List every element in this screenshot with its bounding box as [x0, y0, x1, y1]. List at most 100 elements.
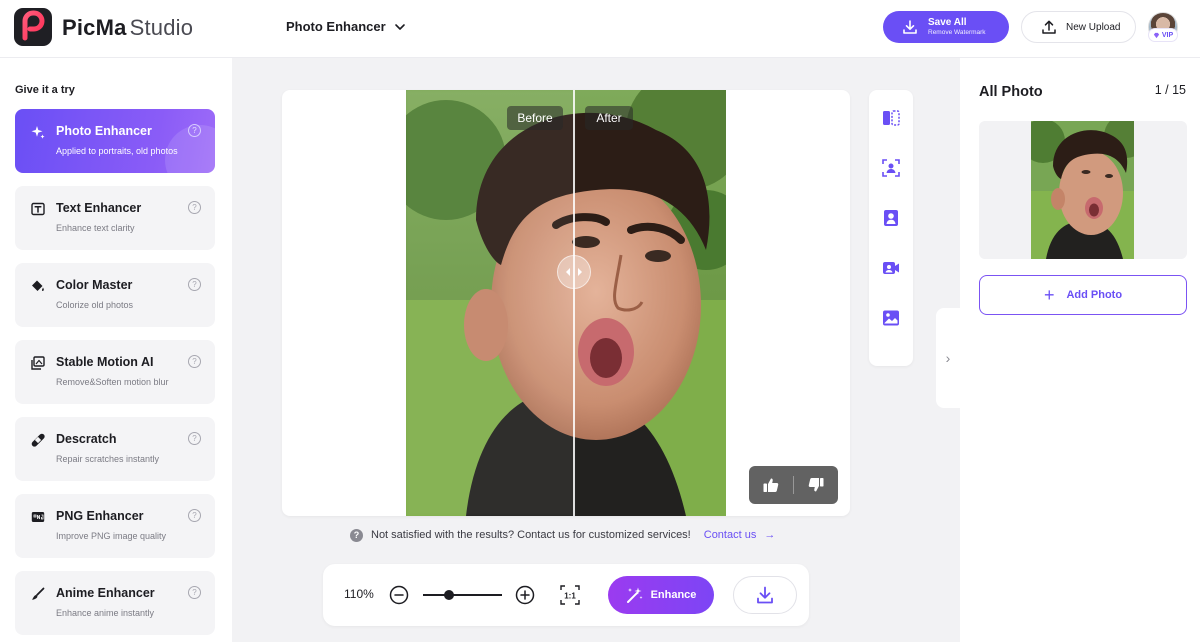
feedback-panel	[749, 466, 838, 504]
tool-dropdown[interactable]: Photo Enhancer	[286, 19, 406, 34]
vip-badge: VIP	[1148, 28, 1178, 42]
help-icon[interactable]: ?	[188, 586, 201, 599]
face-focus-icon[interactable]	[881, 158, 901, 178]
thumbs-up-icon	[763, 478, 779, 492]
tool-sidebar: Give it a try Photo Enhancer Applied to …	[0, 58, 232, 642]
before-label: Before	[507, 106, 563, 130]
motion-frame-icon	[31, 356, 45, 370]
upload-icon	[1042, 20, 1056, 34]
download-icon	[757, 586, 773, 604]
comparison-canvas: Before After	[282, 90, 850, 516]
enhance-button[interactable]: Enhance	[608, 576, 714, 614]
new-upload-button[interactable]: New Upload	[1021, 11, 1136, 43]
download-icon	[903, 20, 917, 34]
magic-wand-icon	[626, 587, 643, 603]
help-circle-icon: ?	[350, 528, 363, 542]
help-icon[interactable]: ?	[188, 278, 201, 291]
top-header: PicMa Studio Photo Enhancer Save All Remo…	[0, 0, 1200, 58]
split-line	[573, 90, 575, 516]
png-file-icon	[31, 512, 45, 522]
tool-dropdown-label: Photo Enhancer	[286, 19, 386, 34]
vip-label: VIP	[1161, 31, 1174, 39]
sidebar-item-name: Text Enhancer	[56, 201, 142, 215]
zoom-level: 110%	[344, 587, 374, 601]
sidebar-item-desc: Repair scratches instantly	[56, 454, 160, 464]
zoom-slider[interactable]	[423, 590, 502, 600]
save-all-sublabel: Remove Watermark	[928, 28, 986, 36]
contact-us-link[interactable]: Contact us	[704, 529, 757, 541]
sidebar-item-text-enhancer[interactable]: Text Enhancer Enhance text clarity ?	[15, 186, 215, 250]
zoom-toolbar: 110% 1:1 Enhance	[323, 564, 809, 626]
help-icon[interactable]: ?	[188, 509, 201, 522]
sidebar-item-anime-enhancer[interactable]: Anime Enhancer Enhance anime instantly ?	[15, 571, 215, 635]
arrow-right-icon[interactable]: →	[764, 529, 775, 541]
zoom-slider-knob[interactable]	[444, 590, 455, 600]
thumbs-down-button[interactable]	[794, 466, 838, 504]
bandage-icon	[31, 433, 45, 447]
sidebar-item-desc: Colorize old photos	[56, 300, 134, 310]
sidebar-item-name: Color Master	[56, 278, 133, 292]
image-edit-icon[interactable]	[881, 308, 901, 328]
photo-thumbnail[interactable]	[979, 121, 1187, 259]
picma-logo[interactable]	[14, 8, 52, 46]
thumbs-down-icon	[808, 478, 824, 492]
chevron-right-icon: ›	[945, 350, 951, 366]
actual-size-icon: 1:1	[560, 585, 580, 605]
new-upload-label: New Upload	[1066, 21, 1121, 33]
brand-studio: Studio	[129, 15, 194, 40]
sidebar-item-desc: Improve PNG image quality	[56, 531, 167, 541]
thumbnail-image	[1031, 121, 1134, 259]
actual-size-button[interactable]: 1:1	[559, 584, 581, 606]
panel-title: All Photo	[979, 84, 1043, 100]
brand-name: PicMa Studio	[62, 15, 193, 41]
compare-split-icon[interactable]	[881, 108, 901, 128]
download-button[interactable]	[733, 576, 797, 614]
actual-size-label: 1:1	[564, 592, 576, 601]
zoom-out-icon[interactable]	[389, 585, 409, 605]
photo-count: 1 / 15	[1154, 83, 1186, 97]
zoom-in-icon[interactable]	[515, 585, 535, 605]
portrait-icon[interactable]	[881, 208, 901, 228]
sidebar-item-name: Anime Enhancer	[56, 586, 155, 600]
paint-bucket-icon	[32, 280, 44, 291]
add-photo-label: Add Photo	[1066, 289, 1123, 301]
zoom-slider-track	[423, 594, 502, 596]
help-icon[interactable]: ?	[188, 201, 201, 214]
sidebar-item-descratch[interactable]: Descratch Repair scratches instantly ?	[15, 417, 215, 481]
save-all-button[interactable]: Save All Remove Watermark	[883, 11, 1009, 43]
sidebar-item-desc: Applied to portraits, old photos	[56, 146, 178, 156]
video-frame-icon[interactable]	[881, 258, 901, 278]
add-photo-button[interactable]: + Add Photo	[979, 275, 1187, 315]
after-label: After	[585, 106, 633, 130]
view-toolbar	[869, 90, 913, 366]
plus-icon: +	[1043, 285, 1055, 305]
sidebar-item-name: Descratch	[56, 432, 117, 446]
sidebar-item-name: Stable Motion AI	[56, 355, 154, 369]
chevron-down-icon	[394, 23, 405, 30]
help-icon[interactable]: ?	[188, 432, 201, 445]
help-icon[interactable]: ?	[188, 355, 201, 368]
sidebar-item-desc: Remove&Soften motion blur	[56, 377, 169, 387]
sidebar-item-stable-motion[interactable]: Stable Motion AI Remove&Soften motion bl…	[15, 340, 215, 404]
enhance-label: Enhance	[650, 589, 697, 601]
drag-arrows-icon	[566, 268, 582, 276]
photo-list-panel: All Photo 1 / 15 + Add Photo	[960, 58, 1200, 642]
sidebar-item-png-enhancer[interactable]: PNG Enhancer Improve PNG image quality ?	[15, 494, 215, 558]
sidebar-item-color-master[interactable]: Color Master Colorize old photos ?	[15, 263, 215, 327]
panel-collapse-toggle[interactable]: ›	[936, 308, 960, 408]
brush-icon	[32, 587, 45, 600]
help-icon[interactable]: ?	[188, 124, 201, 137]
text-box-icon	[31, 202, 45, 216]
notice-text: Not satisfied with the results? Contact …	[371, 529, 691, 541]
sidebar-title: Give it a try	[15, 84, 75, 96]
split-handle[interactable]	[557, 255, 591, 289]
sidebar-item-photo-enhancer[interactable]: Photo Enhancer Applied to portraits, old…	[15, 109, 215, 173]
brand-picma: PicMa	[62, 15, 127, 40]
sidebar-item-name: Photo Enhancer	[56, 124, 152, 138]
thumbs-up-button[interactable]	[749, 466, 793, 504]
support-notice: ? Not satisfied with the results? Contac…	[350, 528, 775, 542]
portrait-photo: Before After	[406, 90, 726, 516]
sparkle-icon	[31, 126, 45, 139]
sidebar-item-desc: Enhance anime instantly	[56, 608, 155, 618]
sidebar-item-name: PNG Enhancer	[56, 509, 144, 523]
